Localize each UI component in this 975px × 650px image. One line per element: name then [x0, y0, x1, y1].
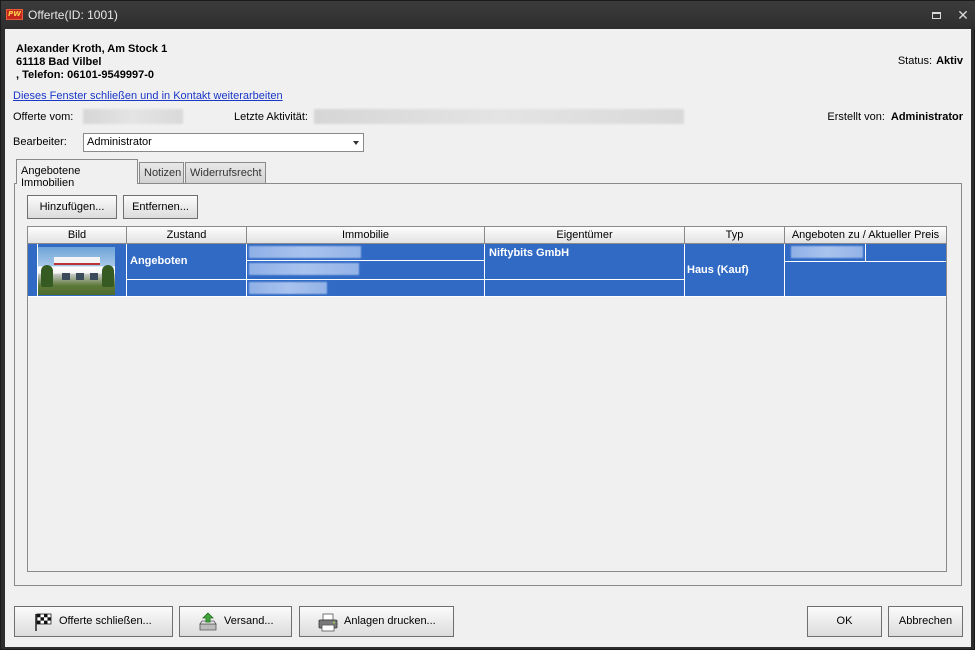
- status-value: Aktiv: [936, 55, 963, 67]
- editor-dropdown[interactable]: Administrator: [83, 133, 364, 152]
- close-icon: ✕: [957, 7, 969, 23]
- tab-widerrufsrecht[interactable]: Widerrufsrecht: [185, 162, 266, 183]
- app-logo-icon: PW: [6, 9, 23, 20]
- ok-button[interactable]: OK: [807, 606, 882, 637]
- print-attachments-button[interactable]: Anlagen drucken...: [299, 606, 454, 637]
- close-and-continue-link[interactable]: Dieses Fenster schließen und in Kontakt …: [13, 90, 283, 102]
- column-header-eigentuemer[interactable]: Eigentümer: [485, 227, 685, 244]
- window-content: Alexander Kroth, Am Stock 1 61118 Bad Vi…: [5, 29, 971, 647]
- send-tray-icon: [199, 612, 217, 631]
- column-header-preis[interactable]: Angeboten zu / Aktueller Preis: [785, 227, 946, 244]
- tab-notizen[interactable]: Notizen: [139, 162, 184, 183]
- remove-property-button[interactable]: Entfernen...: [123, 195, 198, 219]
- preis-offered-value: [791, 246, 863, 258]
- immobilie-line-2: [249, 263, 359, 275]
- editor-label: Bearbeiter:: [13, 136, 67, 148]
- last-activity-value: [314, 109, 684, 124]
- chevron-down-icon: [353, 141, 359, 145]
- properties-grid[interactable]: Bild Zustand Immobilie Eigentümer Typ An…: [27, 226, 947, 572]
- close-offer-button[interactable]: Offerte schließen...: [14, 606, 173, 637]
- window-title: Offerte(ID: 1001): [28, 8, 118, 22]
- typ-value: Haus (Kauf): [687, 264, 749, 276]
- send-button[interactable]: Versand...: [179, 606, 292, 637]
- cell-zustand: Angeboten: [127, 244, 247, 297]
- offer-window: PW Offerte(ID: 1001) ✕ Alexander Kroth, …: [0, 0, 975, 650]
- cell-preis: [785, 244, 946, 297]
- contact-address: Alexander Kroth, Am Stock 1 61118 Bad Vi…: [16, 43, 167, 82]
- add-property-button[interactable]: Hinzufügen...: [27, 195, 117, 219]
- property-photo: [38, 247, 115, 295]
- created-by-label: Erstellt von:: [827, 111, 885, 123]
- created-by-value: Administrator: [890, 111, 963, 123]
- editor-value: Administrator: [87, 136, 152, 148]
- print-label: Anlagen drucken...: [344, 615, 436, 627]
- grid-header: Bild Zustand Immobilie Eigentümer Typ An…: [28, 227, 946, 244]
- contact-phone: , Telefon: 06101-9549997-0: [16, 69, 154, 81]
- checkered-flag-icon: [35, 613, 52, 631]
- status-display: Status: Aktiv: [898, 55, 963, 67]
- cell-eigentuemer: Niftybits GmbH: [485, 244, 685, 297]
- last-activity-label: Letzte Aktivität:: [234, 111, 308, 123]
- status-label: Status:: [897, 55, 933, 67]
- contact-city: 61118 Bad Vilbel: [16, 56, 102, 68]
- eigentuemer-value: Niftybits GmbH: [489, 247, 570, 259]
- offer-date-value: [83, 109, 183, 124]
- tab-angebotene-immobilien[interactable]: Angebotene Immobilien: [16, 159, 138, 189]
- cell-immobilie: [247, 244, 485, 297]
- maximize-button[interactable]: [928, 7, 944, 23]
- column-header-bild[interactable]: Bild: [28, 227, 127, 244]
- maximize-icon: [931, 12, 941, 19]
- column-header-typ[interactable]: Typ: [685, 227, 785, 244]
- tab-panel-properties: Hinzufügen... Entfernen... Bild Zustand …: [14, 183, 962, 586]
- cancel-button[interactable]: Abbrechen: [888, 606, 963, 637]
- close-button[interactable]: ✕: [955, 7, 971, 23]
- column-header-zustand[interactable]: Zustand: [127, 227, 247, 244]
- title-bar[interactable]: PW Offerte(ID: 1001) ✕: [1, 1, 975, 29]
- immobilie-line-3: [249, 282, 327, 294]
- contact-name-street: Alexander Kroth, Am Stock 1: [16, 43, 168, 55]
- close-offer-label: Offerte schließen...: [59, 615, 152, 627]
- cell-typ: Haus (Kauf): [685, 244, 785, 297]
- cell-bild: [28, 244, 127, 297]
- send-label: Versand...: [224, 615, 274, 627]
- column-header-immobilie[interactable]: Immobilie: [247, 227, 485, 244]
- table-row[interactable]: Angeboten Niftybits GmbH Haus (Kauf): [28, 244, 946, 297]
- immobilie-line-1: [249, 246, 361, 258]
- created-by: Erstellt von: Administrator: [827, 111, 963, 123]
- zustand-value: Angeboten: [130, 255, 188, 267]
- printer-icon: [318, 613, 338, 632]
- offer-date-label: Offerte vom:: [13, 111, 74, 123]
